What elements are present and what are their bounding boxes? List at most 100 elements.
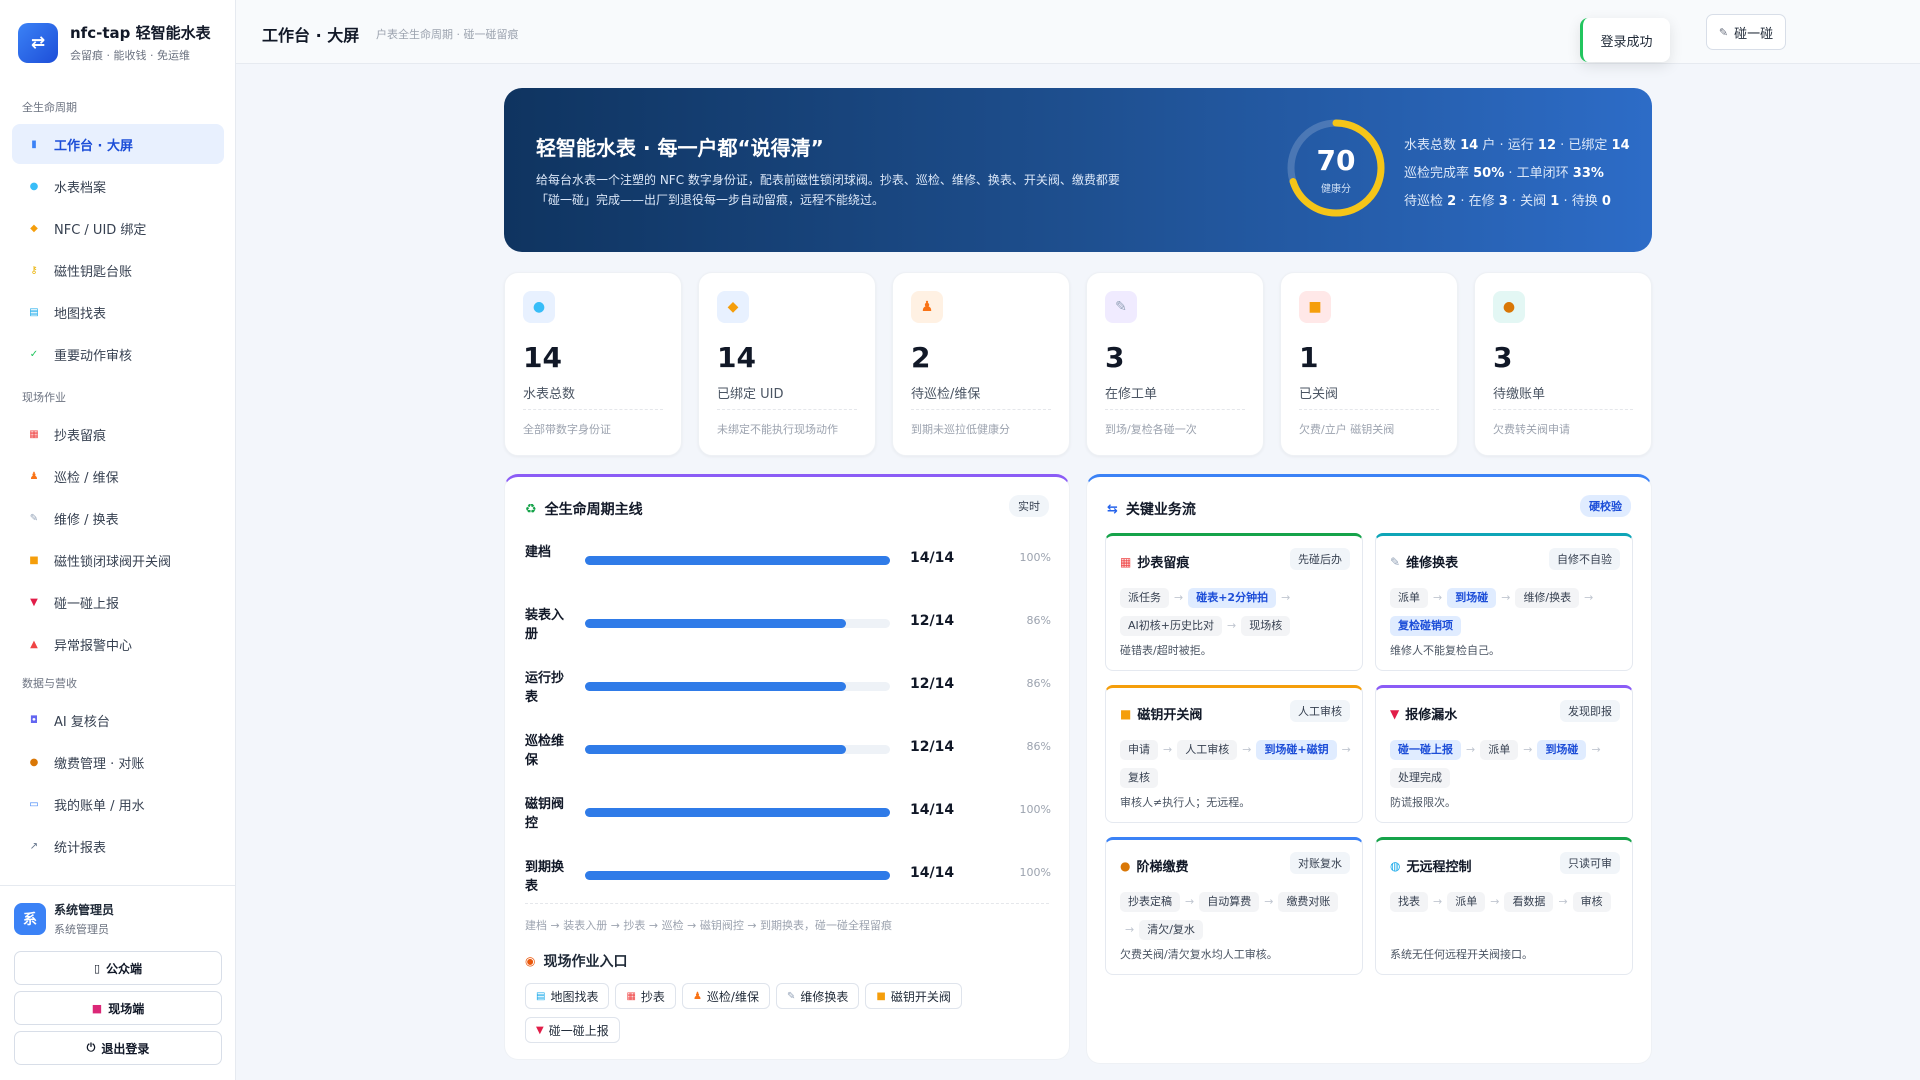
- sidebar-item[interactable]: ◘ AI 复核台: [12, 700, 224, 740]
- phone-icon: ▯: [93, 961, 101, 975]
- trend-icon: ↗: [29, 840, 39, 852]
- tag-icon: ◆: [717, 291, 749, 323]
- lifecycle-row: 装表入册 12/14 86%: [525, 606, 1051, 646]
- divider: [1105, 409, 1245, 410]
- field-entry-chip[interactable]: ■ 磁钥开关阀: [865, 983, 962, 1009]
- arrow-right-icon: →: [1584, 591, 1594, 604]
- sidebar-item[interactable]: ▼ 碰一碰上报: [12, 582, 224, 622]
- kpi-card[interactable]: ● 3 待缴账单 欠费转关阀申请: [1474, 272, 1652, 456]
- kpi-card[interactable]: ■ 1 已关阀 欠费/立户 磁钥关阀: [1280, 272, 1458, 456]
- nfc-icon: ✎: [1718, 25, 1729, 39]
- health-gauge: 70 健康分: [1284, 116, 1388, 220]
- moneybag-icon: ●: [1493, 291, 1525, 323]
- sidebar-item[interactable]: ◆ NFC / UID 绑定: [12, 208, 224, 248]
- lock-icon: ■: [1299, 291, 1331, 323]
- flow-card[interactable]: ✎ 维修换表 自修不自验 派单 → 到场碰 → 维修/换表 → 复检碰销项 维修人不能复检自己。: [1375, 533, 1633, 671]
- chart-icon: ▮: [31, 138, 37, 150]
- sidebar-item[interactable]: ▲ 异常报警中心: [12, 624, 224, 664]
- progress-track: [585, 871, 890, 880]
- field-entry-chip[interactable]: ✎ 维修换表: [775, 983, 860, 1009]
- tap-button[interactable]: ✎ 碰一碰: [1706, 14, 1786, 50]
- stage-count: 14/14: [910, 865, 955, 881]
- sidebar-item[interactable]: ▭ 我的账单 / 用水: [12, 784, 224, 824]
- flow-card-title: ✎ 维修换表: [1390, 554, 1459, 572]
- flow-steps: 碰一碰上报 → 派单 → 到场碰 → 处理完成: [1390, 736, 1626, 792]
- user-profile[interactable]: 系 系统管理员 系统管理员: [0, 886, 236, 945]
- flow-card-title: ▦ 抄表留痕: [1120, 554, 1190, 572]
- flow-step: 派单: [1480, 740, 1519, 760]
- abacus-icon: ▦: [626, 990, 636, 1002]
- divider: [1493, 409, 1633, 410]
- kpi-note: 欠费/立户 磁钥关阀: [1299, 423, 1395, 436]
- sidebar-item[interactable]: ✓ 重要动作审核: [12, 334, 224, 374]
- flow-card-badge: 对账复水: [1290, 852, 1350, 874]
- flow-step: 申请: [1120, 740, 1158, 760]
- kpi-value: 3: [1493, 341, 1513, 374]
- check-icon: ✓: [29, 348, 39, 360]
- sidebar-item[interactable]: ⚷ 磁性钥匙台账: [12, 250, 224, 290]
- sidebar-item[interactable]: ✎ 维修 / 换表: [12, 498, 224, 538]
- sidebar-item-label: 统计报表: [54, 840, 107, 856]
- kpi-note: 未绑定不能执行现场动作: [717, 423, 838, 436]
- flow-card-title: ● 阶梯缴费: [1120, 858, 1189, 876]
- public-portal-button[interactable]: ▯ 公众端: [14, 951, 222, 985]
- abacus-icon: ▦: [29, 428, 39, 440]
- chip-label: 维修换表: [800, 989, 849, 1004]
- nav-group-title: 数据与营收: [22, 677, 77, 690]
- flow-card[interactable]: ▦ 抄表留痕 先碰后办 派任务 → 碰表+2分钟拍 → AI初核+历史比对 → 现场核 碰错表/超时…: [1105, 533, 1363, 671]
- logout-label: 退出登录: [101, 1041, 150, 1056]
- flow-card[interactable]: ◍ 无远程控制 只读可审 找表 → 派单 → 看数据 → 审核 系统无任何远程开关阀接口。: [1375, 837, 1633, 975]
- sidebar-item[interactable]: ● 水表档案: [12, 166, 224, 206]
- field-entry-chip[interactable]: ▦ 抄表: [615, 983, 676, 1009]
- lifecycle-row: 到期换表 14/14 100%: [525, 858, 1051, 898]
- sidebar-item[interactable]: ● 缴费管理 · 对账: [12, 742, 224, 782]
- avatar: 系: [14, 903, 46, 935]
- kpi-card[interactable]: ◆ 14 已绑定 UID 未绑定不能执行现场动作: [698, 272, 876, 456]
- flow-step: 审核: [1572, 892, 1611, 912]
- moneybag-icon: ●: [1120, 858, 1131, 873]
- sidebar-item-label: 我的账单 / 用水: [54, 798, 145, 814]
- sidebar-item-label: 重要动作审核: [54, 348, 133, 364]
- field-entry-chip[interactable]: ▤ 地图找表: [525, 983, 610, 1009]
- stage-percent: 100%: [1019, 803, 1051, 816]
- stage-count: 14/14: [910, 802, 955, 818]
- progress-fill: [585, 745, 847, 754]
- logout-button[interactable]: ⏻ 退出登录: [14, 1031, 222, 1065]
- kpi-card[interactable]: ● 14 水表总数 全部带数字身份证: [504, 272, 682, 456]
- sidebar-item[interactable]: ↗ 统计报表: [12, 826, 224, 866]
- field-entry-chip[interactable]: ▼ 碰一碰上报: [525, 1017, 620, 1043]
- flow-step: 复核: [1120, 768, 1158, 788]
- flow-step: 缴费对账: [1278, 892, 1339, 912]
- kpi-card[interactable]: ♟ 2 待巡检/维保 到期未巡拉低健康分: [892, 272, 1070, 456]
- flow-card-badge: 先碰后办: [1290, 548, 1350, 570]
- sidebar-item-label: 水表档案: [54, 180, 107, 196]
- kpi-card[interactable]: ✎ 3 在修工单 到场/复检各碰一次: [1086, 272, 1264, 456]
- sidebar-item[interactable]: ▦ 抄表留痕: [12, 414, 224, 454]
- flow-card[interactable]: ● 阶梯缴费 对账复水 抄表定稿 → 自动算费 → 缴费对账 → 清欠/复水 欠费关阀/清欠复水均人…: [1105, 837, 1363, 975]
- flow-card[interactable]: ■ 磁钥开关阀 人工审核 申请 → 人工审核 → 到场碰+磁钥 →复核 审核人≠执行人；无远程。: [1105, 685, 1363, 823]
- sidebar-item[interactable]: ▮ 工作台 · 大屏: [12, 124, 224, 164]
- shuffle-icon: ⇄: [18, 22, 58, 63]
- field-portal-button[interactable]: ■ 现场端: [14, 991, 222, 1025]
- wrench-icon: ✎: [1390, 554, 1401, 569]
- flow-card[interactable]: ▼ 报修漏水 发现即报 碰一碰上报 → 派单 → 到场碰 → 处理完成 防谎报限次。: [1375, 685, 1633, 823]
- wrench-icon: ✎: [29, 512, 39, 524]
- flow-step: 派任务: [1120, 588, 1169, 608]
- sidebar: ⇄ nfc-tap 轻智能水表 会留痕 · 能收钱 · 免运维 全生命周期 ▮ 工作…: [0, 0, 236, 1080]
- arrow-right-icon: →: [1466, 743, 1476, 756]
- progress-track: [585, 808, 890, 817]
- robot-icon: ◘: [30, 714, 38, 726]
- lifecycle-title: ♻ 全生命周期主线: [525, 501, 643, 519]
- divider: [717, 409, 857, 410]
- kpi-note: 到期未巡拉低健康分: [911, 423, 1010, 436]
- arrow-right-icon: →: [1501, 591, 1511, 604]
- sidebar-item[interactable]: ▤ 地图找表: [12, 292, 224, 332]
- field-entry-chip[interactable]: ♟ 巡检/维保: [681, 983, 770, 1009]
- brand[interactable]: ⇄ nfc-tap 轻智能水表 会留痕 · 能收钱 · 免运维: [18, 22, 211, 63]
- arrow-right-icon: →: [1242, 743, 1252, 756]
- stage-name: 装表入册: [525, 608, 565, 642]
- sidebar-item[interactable]: ■ 磁性锁闭球阀开关阀: [12, 540, 224, 580]
- sidebar-item[interactable]: ♟ 巡检 / 维保: [12, 456, 224, 496]
- tap-button-label: 碰一碰: [1734, 26, 1774, 42]
- sidebar-item-label: 缴费管理 · 对账: [54, 756, 145, 772]
